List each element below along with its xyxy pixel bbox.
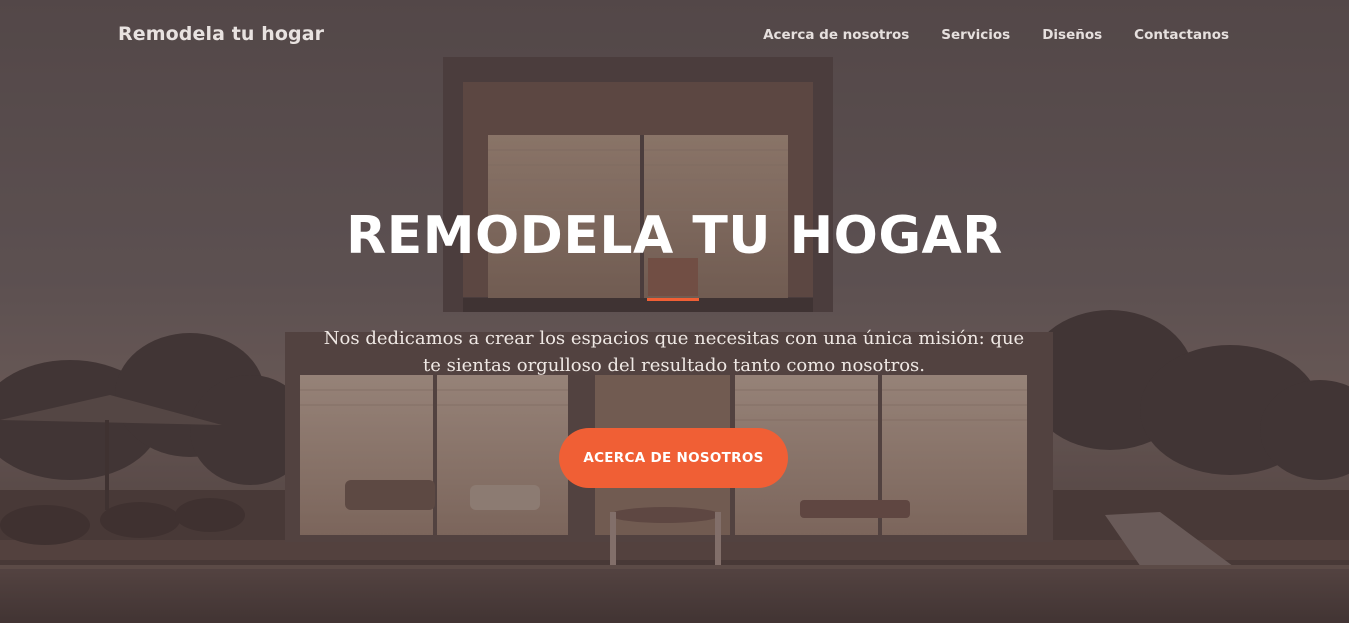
hero-description: Nos dedicamos a crear los espacios que n… — [323, 328, 1025, 376]
nav-link-disenos[interactable]: Diseños — [1042, 27, 1102, 43]
nav-link-contactanos[interactable]: Contactanos — [1134, 27, 1229, 43]
hero-section: Remodela tu hogar Acerca de nosotros Ser… — [0, 0, 1349, 623]
navbar: Remodela tu hogar Acerca de nosotros Ser… — [0, 0, 1349, 72]
nav-link-servicios[interactable]: Servicios — [941, 27, 1010, 43]
title-divider — [647, 298, 699, 301]
brand-logo-link[interactable]: Remodela tu hogar — [118, 23, 324, 45]
nav-links: Acerca de nosotros Servicios Diseños Con… — [763, 27, 1229, 43]
hero-overlay — [0, 0, 1349, 623]
about-us-button[interactable]: ACERCA DE NOSOTROS — [559, 428, 788, 488]
nav-link-acerca-de-nosotros[interactable]: Acerca de nosotros — [763, 27, 909, 43]
hero-title: REMODELA TU HOGAR — [346, 206, 1003, 266]
